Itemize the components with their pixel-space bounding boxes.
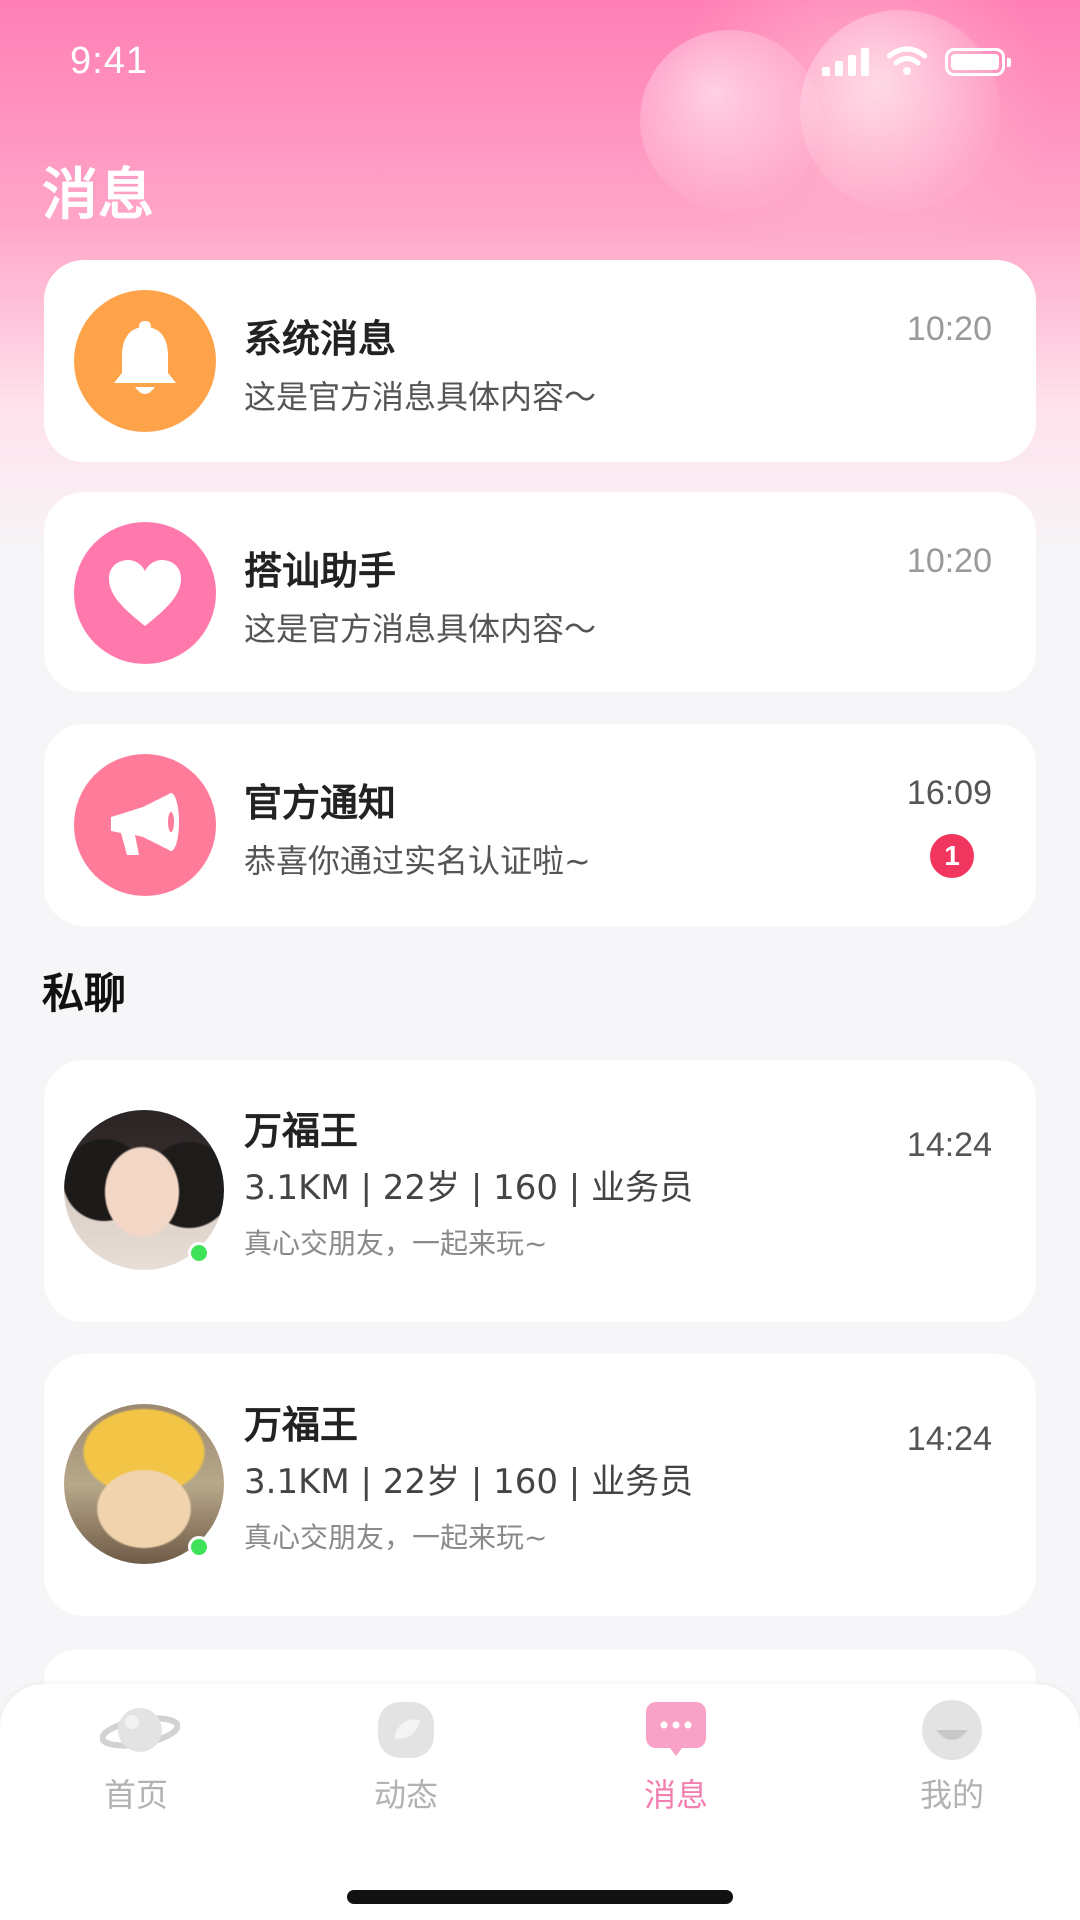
online-status-dot xyxy=(188,1536,210,1558)
unread-badge: 1 xyxy=(930,834,974,878)
official-notice-card[interactable]: 官方通知 恭喜你通过实名认证啦~ 16:09 1 xyxy=(44,724,1036,926)
chat-list-item[interactable]: 万福王 3.1KM | 22岁 | 160 | 业务员 真心交朋友，一起来玩~ … xyxy=(44,1354,1036,1616)
card-preview: 这是官方消息具体内容～ xyxy=(244,610,597,648)
card-time: 10:20 xyxy=(906,542,992,580)
bell-icon xyxy=(114,321,176,394)
bottom-tab-bar: 首页 动态 消息 我的 xyxy=(0,1684,1080,1920)
private-chat-section-title: 私聊 xyxy=(42,969,127,1018)
chat-motto: 真心交朋友，一起来玩~ xyxy=(244,1521,548,1554)
home-indicator xyxy=(347,1890,733,1904)
megaphone-icon xyxy=(111,793,179,855)
planet-icon xyxy=(99,1698,181,1762)
signal-icon xyxy=(822,48,869,76)
card-title: 官方通知 xyxy=(244,781,397,825)
tab-moments[interactable]: 动态 xyxy=(326,1698,486,1818)
tab-label: 消息 xyxy=(643,1776,708,1814)
greeting-assistant-icon xyxy=(74,522,216,664)
chat-list-item[interactable]: 万福王 3.1KM | 22岁 | 160 | 业务员 真心交朋友，一起来玩~ … xyxy=(44,1060,1036,1322)
chat-user-info: 3.1KM | 22岁 | 160 | 业务员 xyxy=(244,1168,694,1208)
moments-icon xyxy=(370,1698,442,1762)
chat-motto: 真心交朋友，一起来玩~ xyxy=(244,1227,548,1260)
chat-time: 14:24 xyxy=(906,1420,992,1458)
tab-label: 我的 xyxy=(919,1776,984,1814)
tab-label: 动态 xyxy=(373,1776,438,1814)
status-icons xyxy=(822,46,1011,76)
official-notice-icon xyxy=(74,754,216,896)
card-title: 系统消息 xyxy=(244,317,397,361)
message-icon xyxy=(640,1698,712,1762)
greeting-assistant-card[interactable]: 搭讪助手 这是官方消息具体内容～ 10:20 xyxy=(44,492,1036,692)
chat-time: 14:24 xyxy=(906,1126,992,1164)
chat-name: 万福王 xyxy=(244,1109,359,1153)
tab-home[interactable]: 首页 xyxy=(56,1698,216,1818)
tab-label: 首页 xyxy=(103,1776,168,1814)
card-preview: 恭喜你通过实名认证啦~ xyxy=(244,842,591,880)
system-message-icon xyxy=(74,290,216,432)
tab-profile[interactable]: 我的 xyxy=(872,1698,1032,1818)
battery-icon xyxy=(945,48,1011,76)
status-bar: 9:41 xyxy=(0,0,1080,120)
card-title: 搭讪助手 xyxy=(244,549,397,593)
wifi-icon xyxy=(887,46,927,75)
profile-icon xyxy=(916,1698,988,1762)
card-time: 10:20 xyxy=(906,310,992,348)
chat-user-info: 3.1KM | 22岁 | 160 | 业务员 xyxy=(244,1462,694,1502)
online-status-dot xyxy=(188,1242,210,1264)
chat-name: 万福王 xyxy=(244,1403,359,1447)
status-time: 9:41 xyxy=(70,40,148,82)
system-message-card[interactable]: 系统消息 这是官方消息具体内容～ 10:20 xyxy=(44,260,1036,462)
card-time: 16:09 xyxy=(906,774,992,812)
tab-messages[interactable]: 消息 xyxy=(596,1698,756,1818)
card-preview: 这是官方消息具体内容～ xyxy=(244,378,597,416)
page-title: 消息 xyxy=(42,163,154,228)
heart-icon xyxy=(109,560,181,626)
